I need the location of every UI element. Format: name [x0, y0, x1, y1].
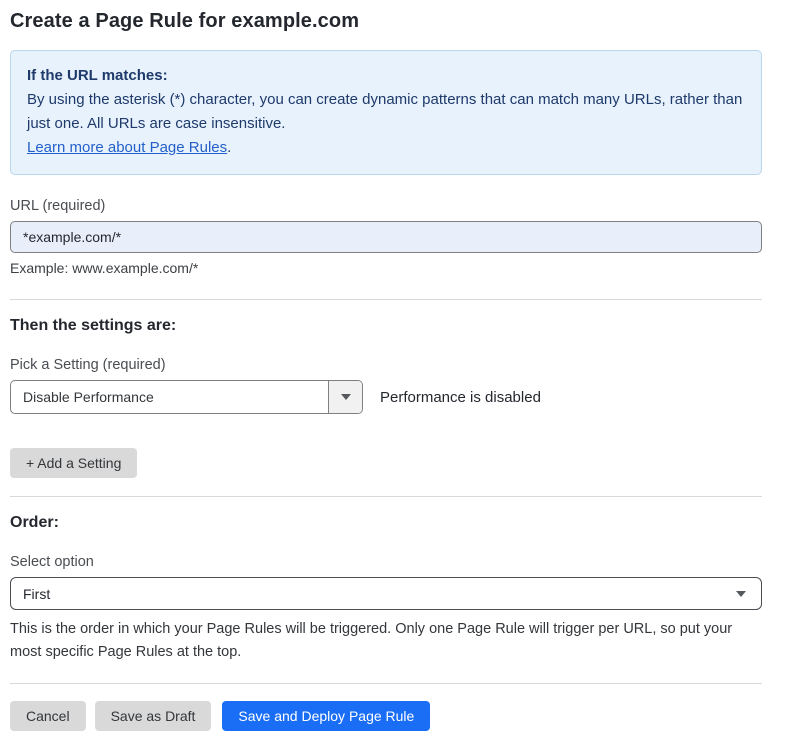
divider [10, 683, 762, 684]
add-setting-button[interactable]: + Add a Setting [10, 448, 137, 478]
order-helper-text: This is the order in which your Page Rul… [10, 618, 762, 664]
url-example-text: Example: www.example.com/* [10, 260, 762, 276]
settings-heading: Then the settings are: [10, 317, 762, 335]
cancel-button[interactable]: Cancel [10, 701, 86, 731]
save-and-deploy-button[interactable]: Save and Deploy Page Rule [222, 701, 430, 731]
order-select-value: First [23, 586, 50, 602]
setting-dropdown-value: Disable Performance [11, 381, 328, 413]
form-actions: Cancel Save as Draft Save and Deploy Pag… [10, 701, 762, 731]
info-box-body: By using the asterisk (*) character, you… [27, 88, 745, 136]
setting-dropdown-arrow-button[interactable] [328, 381, 362, 413]
url-label: URL (required) [10, 198, 762, 214]
save-as-draft-button[interactable]: Save as Draft [95, 701, 212, 731]
page-title: Create a Page Rule for example.com [10, 10, 762, 33]
chevron-down-icon [341, 394, 351, 400]
setting-status-text: Performance is disabled [380, 389, 541, 406]
divider [10, 496, 762, 497]
link-suffix: . [227, 139, 231, 156]
learn-more-link[interactable]: Learn more about Page Rules [27, 139, 227, 156]
url-input[interactable] [10, 221, 762, 253]
setting-dropdown[interactable]: Disable Performance [10, 380, 363, 414]
pick-setting-label: Pick a Setting (required) [10, 357, 762, 373]
select-option-label: Select option [10, 554, 762, 570]
order-heading: Order: [10, 514, 762, 532]
divider [10, 299, 762, 300]
chevron-down-icon [736, 591, 746, 597]
url-match-info-box: If the URL matches: By using the asteris… [10, 50, 762, 175]
info-box-link-line: Learn more about Page Rules. [27, 136, 745, 160]
create-page-rule-form: Create a Page Rule for example.com If th… [10, 10, 762, 731]
order-select[interactable]: First [10, 577, 762, 610]
info-box-heading: If the URL matches: [27, 64, 745, 88]
setting-row: Disable Performance Performance is disab… [10, 380, 762, 414]
